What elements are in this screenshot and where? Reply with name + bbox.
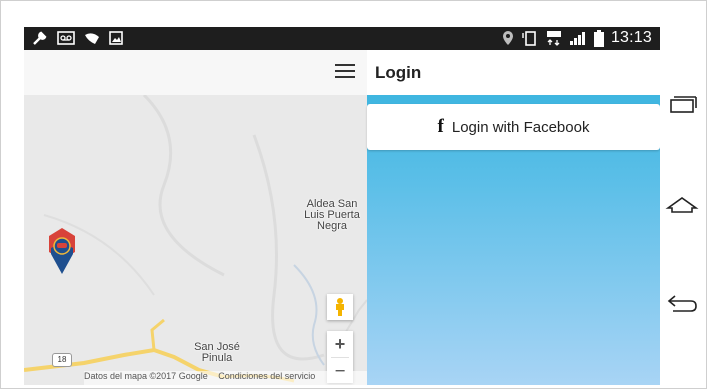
route-shield: 18: [52, 353, 72, 367]
car-location-marker[interactable]: [48, 228, 76, 281]
zoom-in-button[interactable]: +: [327, 331, 353, 357]
home-icon[interactable]: [665, 190, 699, 218]
back-icon[interactable]: [665, 288, 699, 316]
status-right-icons: 13:13: [502, 29, 652, 47]
signal-icon: [569, 32, 585, 45]
menu-icon[interactable]: [335, 64, 355, 79]
map-copyright: Datos del mapa ©2017 Google: [84, 371, 208, 381]
vibrate-icon: [522, 31, 536, 46]
battery-icon: [593, 29, 604, 47]
location-icon: [502, 31, 513, 45]
login-with-facebook-button[interactable]: f Login with Facebook: [367, 104, 660, 150]
street-view-pegman-icon[interactable]: [327, 294, 353, 320]
wrench-icon: [33, 31, 47, 45]
map-toolbar: [24, 50, 367, 96]
login-title: Login: [375, 63, 422, 82]
map-label-sanjose: San José Pinula: [182, 342, 252, 364]
map-terms-link[interactable]: Condiciones del servicio: [218, 371, 315, 381]
phone-screen: 13:13 Aldea San Luis Puerta Negra San Jo…: [24, 27, 660, 385]
status-bar: 13:13: [24, 27, 660, 50]
login-panel: Login f Login with Facebook: [367, 50, 660, 385]
data-4g-icon: [546, 31, 561, 46]
map-attribution: Datos del mapa ©2017 Google Condiciones …: [84, 371, 367, 385]
map-label-aldea-line3: Negra: [317, 220, 347, 232]
voicemail-icon: [57, 31, 75, 45]
login-header: Login: [367, 50, 660, 95]
facebook-button-label: Login with Facebook: [451, 118, 590, 136]
map-view[interactable]: Aldea San Luis Puerta Negra San José Pin…: [24, 50, 367, 385]
status-time: 13:13: [610, 29, 652, 46]
map-label-sanjose-line2: Pinula: [201, 352, 233, 364]
recent-apps-icon[interactable]: [665, 92, 699, 120]
map-label-aldea: Aldea San Luis Puerta Negra: [292, 199, 367, 232]
facebook-icon: f: [437, 116, 444, 137]
status-left-icons: [32, 30, 123, 46]
image-icon: [109, 31, 123, 45]
tag-icon: [85, 33, 99, 44]
